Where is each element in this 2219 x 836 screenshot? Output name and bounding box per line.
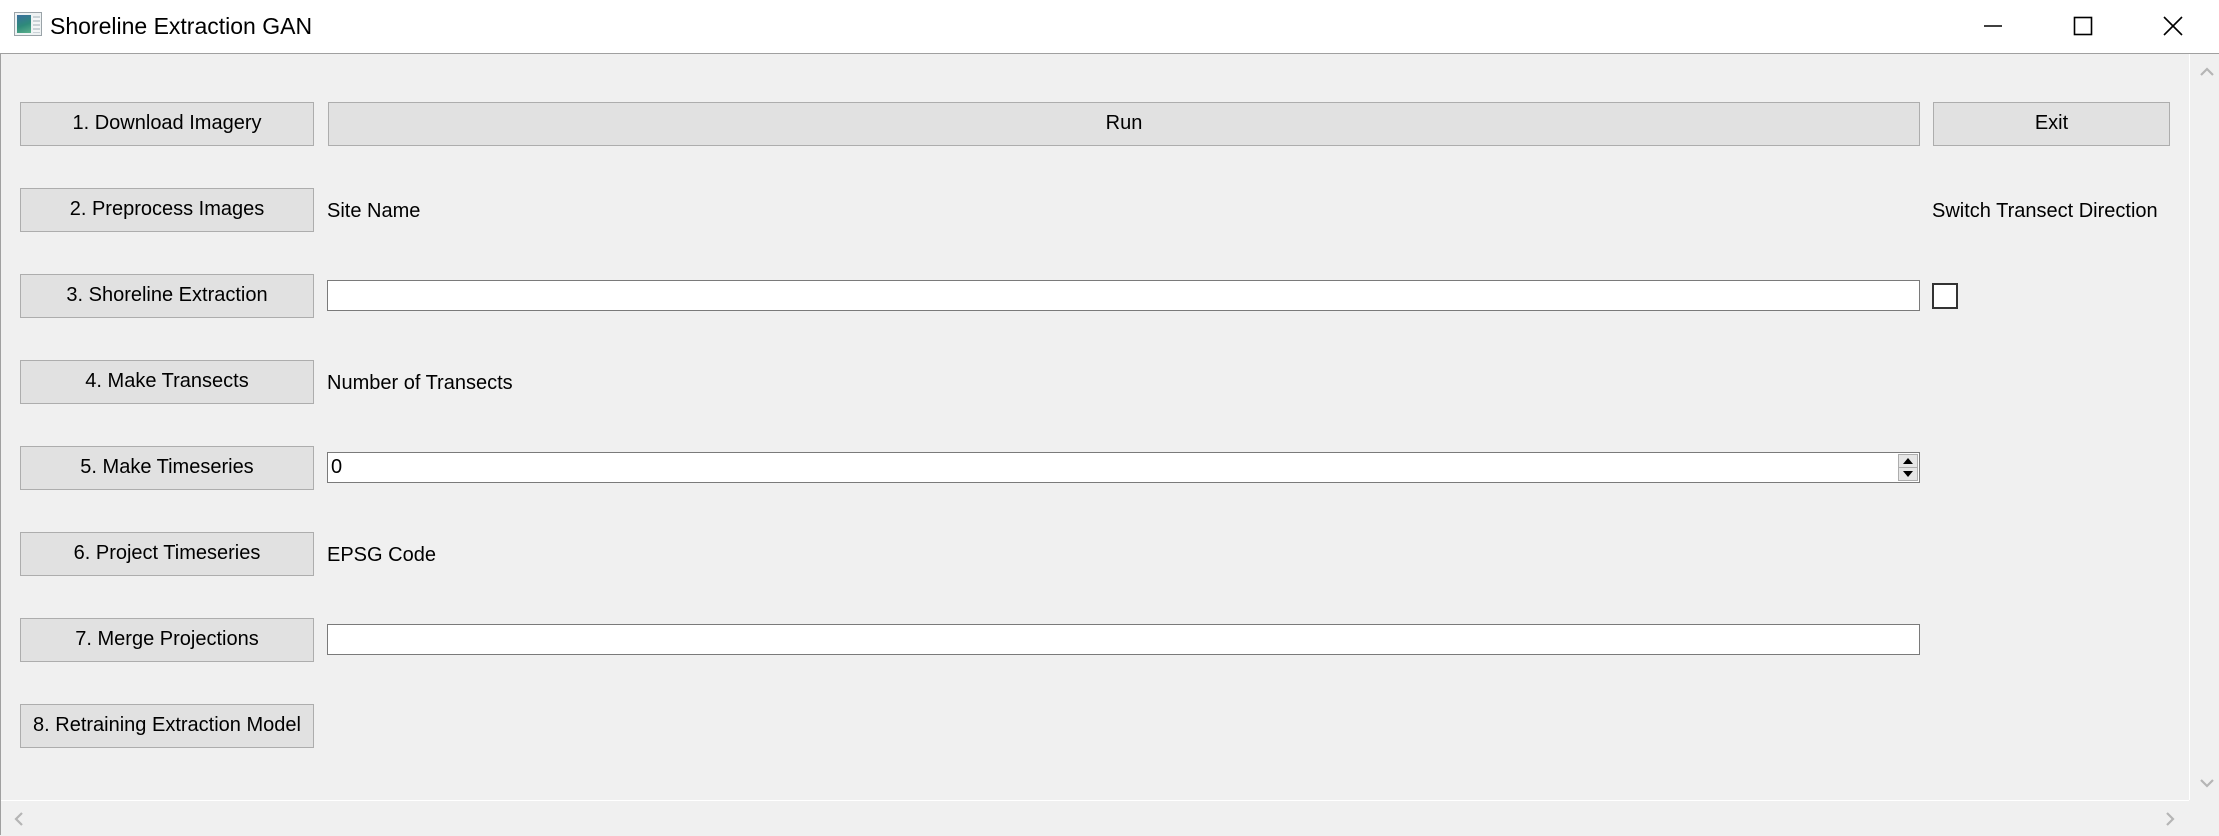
spinbox-arrows	[1898, 454, 1918, 481]
chevron-left-icon[interactable]	[14, 812, 24, 826]
triangle-down-icon	[1903, 471, 1913, 477]
close-button[interactable]	[2128, 0, 2218, 52]
number-of-transects-spinbox[interactable]: 0	[327, 452, 1920, 483]
spin-up-button[interactable]	[1899, 455, 1917, 468]
make-transects-button[interactable]: 4. Make Transects	[20, 360, 314, 404]
preprocess-images-button[interactable]: 2. Preprocess Images	[20, 188, 314, 232]
maximize-button[interactable]	[2038, 0, 2128, 52]
download-imagery-button[interactable]: 1. Download Imagery	[20, 102, 314, 146]
chevron-down-icon[interactable]	[2200, 778, 2214, 788]
app-window-icon	[14, 12, 42, 36]
site-name-label: Site Name	[327, 200, 421, 222]
minimize-button[interactable]	[1948, 0, 2038, 52]
make-timeseries-button[interactable]: 5. Make Timeseries	[20, 446, 314, 490]
minimize-icon	[1984, 25, 2002, 27]
window-title: Shoreline Extraction GAN	[50, 13, 313, 39]
number-of-transects-label: Number of Transects	[327, 372, 513, 394]
horizontal-scrollbar[interactable]	[1, 800, 2189, 836]
exit-button[interactable]: Exit	[1933, 102, 2170, 146]
spin-down-button[interactable]	[1899, 468, 1917, 480]
site-name-input[interactable]	[327, 280, 1920, 311]
chevron-up-icon[interactable]	[2200, 67, 2214, 77]
run-button[interactable]: Run	[328, 102, 1920, 146]
epsg-code-label: EPSG Code	[327, 544, 436, 566]
vertical-scrollbar[interactable]	[2189, 54, 2219, 800]
maximize-icon	[2073, 16, 2093, 36]
triangle-up-icon	[1903, 458, 1913, 464]
shoreline-extraction-button[interactable]: 3. Shoreline Extraction	[20, 274, 314, 318]
title-bar: Shoreline Extraction GAN	[0, 0, 2219, 54]
merge-projections-button[interactable]: 7. Merge Projections	[20, 618, 314, 662]
switch-transect-direction-label: Switch Transect Direction	[1932, 200, 2158, 222]
switch-transect-direction-checkbox[interactable]	[1932, 283, 1958, 309]
chevron-right-icon[interactable]	[2165, 812, 2175, 826]
spinbox-value: 0	[331, 456, 343, 478]
project-timeseries-button[interactable]: 6. Project Timeseries	[20, 532, 314, 576]
retraining-extraction-model-button[interactable]: 8. Retraining Extraction Model	[20, 704, 314, 748]
window-border	[0, 54, 1, 835]
close-icon	[2163, 16, 2183, 36]
epsg-code-input[interactable]	[327, 624, 1920, 655]
